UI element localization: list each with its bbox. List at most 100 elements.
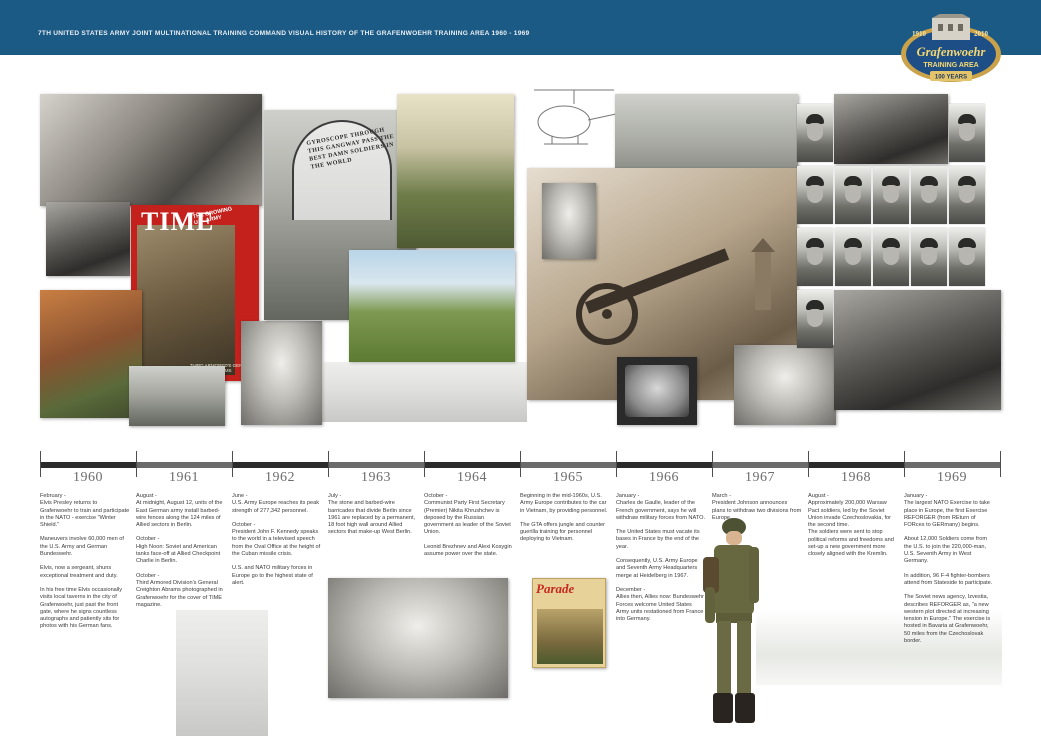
logo-ribbon: 100 YEARS [935,75,967,81]
column-1962: June - U.S. Army Europe reaches its peak… [232,493,322,594]
column-paragraph: Elvis, now a sergeant, shuns exceptional… [40,565,118,579]
timeline-segment [232,462,328,468]
faded-field-photo [322,362,527,422]
column-1965: Beginning in the mid-1960s, U.S. Army Eu… [520,493,610,551]
year-label: 1969 [937,470,967,485]
time-magazine-cover: TIME THE GROWING U.S. ARMY THIRD ARMORED… [131,205,259,381]
soldier-running-photo [734,345,836,425]
helicopter-icon [534,89,617,145]
year-label: 1960 [73,470,103,485]
column-paragraph: June - U.S. Army Europe reaches its peak… [232,493,320,514]
elvis-with-fans-photo [40,94,262,206]
helicopter-sketch [530,82,618,162]
berlin-wall-photo [328,578,508,698]
parade-tank-image [537,609,603,664]
centennial-logo: 1910 2010 Grafenwoehr TRAINING AREA 100 … [898,8,1004,86]
column-1961: August - At midnight, August 12, units o… [136,493,226,616]
year-label: 1961 [169,470,199,485]
logo-subtitle: TRAINING AREA [923,62,978,69]
uniform-illustration [397,94,514,248]
year-label: 1967 [745,470,775,485]
column-1967: March - President Johnson announces plan… [712,493,802,529]
tv-screen [625,365,689,417]
column-paragraph: U.S. and NATO military forces in Europe … [232,565,313,586]
column-paragraph: October - President John F. Kennedy spea… [232,521,321,558]
logo-emblem: 1910 2010 Grafenwoehr TRAINING AREA 100 … [901,8,1001,82]
soldier-portrait [835,228,871,286]
column-paragraph: January - Charles de Gaulle, leader of t… [616,493,705,521]
column-paragraph: October - High Noon: Soviet and American… [136,536,221,565]
timeline-segment [616,462,712,468]
timeline-segment [904,462,1000,468]
column-paragraph: Beginning in the mid-1960s, U.S. Army Eu… [520,493,608,514]
timeline-segment [136,462,232,468]
logo-name: Grafenwoehr [917,45,986,59]
soldier-portrait [949,104,985,162]
timeline-segment [328,462,424,468]
column-paragraph: July - The stone and barbed-wire barrica… [328,493,416,536]
column-1968: August - Approximately 200,000 Warsaw Pa… [808,493,898,566]
timeline-segment [40,462,136,468]
timeline-segment [520,462,616,468]
faded-soldier-photo [176,610,268,736]
parade-magazine-cover: Parade [532,578,606,668]
infantry-assault-photo [349,250,515,362]
timeline-segment [712,462,808,468]
column-paragraph: The Soviet news agency, Izvestia, descri… [904,594,991,645]
timeline-segment [808,462,904,468]
soldier-portrait [911,166,947,224]
column-paragraph: The GTA offers jungle and counter gueril… [520,521,605,543]
year-label: 1963 [361,470,391,485]
year-label: 1965 [553,470,583,485]
elvis-portrait-photo [40,290,142,418]
logo-year-left: 1910 [912,30,927,38]
timeline-tick [1000,451,1001,477]
soldier-portrait [911,228,947,286]
time-cover-portrait [137,225,235,375]
year-label: 1964 [457,470,487,485]
timeline-segment [424,462,520,468]
header-banner: 7TH UNITED STATES ARMY JOINT MULTINATION… [0,0,1041,55]
column-paragraph: October - Third Armored Division's Gener… [136,572,223,608]
column-1960: February - Elvis Presley returns to Graf… [40,493,130,638]
kennedy-portrait-photo [241,321,322,425]
soldier-portrait [949,228,985,286]
soldier-icon [703,518,759,723]
standing-soldier-illustration [699,517,769,729]
soldier-portrait [873,228,909,286]
soldier-portrait [835,166,871,224]
column-paragraph: August - At midnight, August 12, units o… [136,493,223,529]
soldier-portrait [797,290,833,348]
column-paragraph: About 12,000 Soldiers come from the U.S.… [904,536,988,565]
column-paragraph: March - President Johnson announces plan… [712,493,802,521]
soldier-portrait [797,166,833,224]
column-paragraph: August - Approximately 200,000 Warsaw Pa… [808,493,894,558]
soldier-helmet-portrait [542,183,596,259]
soldier-portrait [797,228,833,286]
soldier-portrait [949,166,985,224]
column-paragraph: February - Elvis Presley returns to Graf… [40,493,130,529]
column-paragraph: October - Communist Party First Secretar… [424,493,511,536]
column-paragraph: The United States must vacate its bases … [616,529,700,550]
column-paragraph: Leonid Brezhnev and Alexi Kosygin assume… [424,543,512,558]
column-1966: January - Charles de Gaulle, leader of t… [616,493,706,630]
year-label: 1968 [841,470,871,485]
year-label: 1966 [649,470,679,485]
column-paragraph: Consequently, U.S. Army Europe and Seven… [616,558,698,579]
column-1964: October - Communist Party First Secretar… [424,493,514,565]
column-1969: January - The largest NATO Exercise to t… [904,493,994,652]
soldier-portrait-grid [797,104,987,348]
column-paragraph: In his free time Elvis occasionally visi… [40,586,123,630]
soldier-portrait [797,104,833,162]
page-title: 7TH UNITED STATES ARMY JOINT MULTINATION… [38,30,530,37]
column-paragraph: Maneuvers involve 60,000 men of the U.S.… [40,536,124,558]
column-paragraph: December - Allies then, Allies now: Bund… [616,586,704,623]
column-paragraph: January - The largest NATO Exercise to t… [904,493,990,529]
year-label: 1962 [265,470,295,485]
column-1963: July - The stone and barbed-wire barrica… [328,493,418,544]
checkpoint-tanks-photo [129,366,225,426]
column-paragraph: In addition, 96 F-4 fighter-bombers atte… [904,572,993,586]
street-scene-photo [46,202,130,276]
tv-broadcast-photo [617,357,697,425]
parade-masthead: Parade [536,581,575,596]
